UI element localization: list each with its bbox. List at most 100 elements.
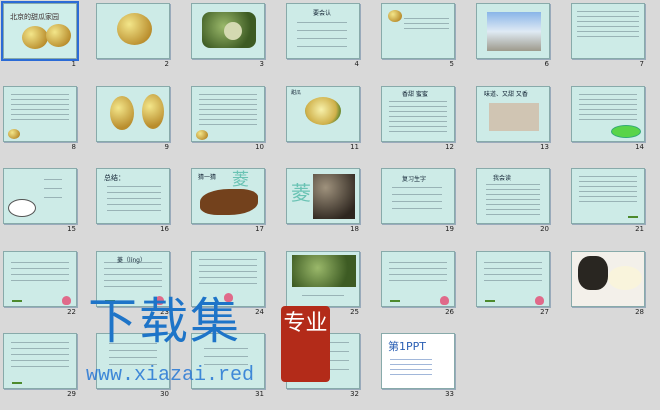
watermark-seal: 专业	[281, 306, 330, 382]
slide-canvas	[286, 251, 360, 307]
text-line	[486, 184, 540, 185]
slide-thumbnail-3[interactable]: 3	[191, 3, 265, 68]
text-line	[389, 274, 447, 275]
text-line	[11, 342, 69, 343]
text-line	[11, 119, 69, 120]
slide-title: 我会读	[493, 175, 512, 182]
text-line	[392, 208, 442, 209]
text-line	[484, 268, 542, 269]
text-line	[577, 16, 639, 17]
text-line	[11, 354, 69, 355]
slide-thumbnail-8[interactable]: 8	[3, 86, 77, 151]
text-line	[199, 104, 257, 105]
cut-melon-photo	[489, 103, 539, 131]
slide-number: 26	[445, 308, 454, 316]
slide-canvas	[381, 251, 455, 307]
slide-thumbnail-27[interactable]: 27	[476, 251, 550, 316]
slide-thumbnail-33[interactable]: 第1PPT 33	[381, 333, 455, 398]
melon-image	[46, 24, 71, 47]
slide-thumbnail-12[interactable]: 香甜 蜜蜜 12	[381, 86, 455, 151]
caltrop-image	[313, 174, 355, 219]
text-line	[389, 116, 447, 117]
text-line	[199, 265, 257, 266]
slide-number: 19	[445, 225, 454, 233]
info-line	[390, 364, 432, 365]
slide-canvas	[571, 3, 645, 59]
slide-thumbnail-2[interactable]: 2	[96, 3, 170, 68]
slide-canvas	[191, 3, 265, 59]
slide-thumbnail-16[interactable]: 总结： 16	[96, 168, 170, 233]
slide-number: 32	[350, 390, 359, 398]
text-line	[579, 181, 637, 182]
slide-canvas	[571, 86, 645, 142]
slide-thumbnail-19[interactable]: 复习生字 19	[381, 168, 455, 233]
slide-thumbnail-15[interactable]: 15	[3, 168, 77, 233]
slide-thumbnail-18[interactable]: 菱 18	[286, 168, 360, 233]
text-line	[486, 214, 540, 215]
slide-canvas: 菱	[286, 168, 360, 224]
slide-thumbnail-10[interactable]: 10	[191, 86, 265, 151]
slide-thumbnail-29[interactable]: 29	[3, 333, 77, 398]
text-line	[44, 188, 62, 189]
text-line	[11, 99, 69, 100]
text-line	[404, 18, 449, 19]
text-line	[11, 366, 69, 367]
slide-number: 10	[255, 143, 264, 151]
melon-image	[305, 97, 341, 125]
slide-thumbnail-6[interactable]: 6	[476, 3, 550, 68]
slide-thumbnail-7[interactable]: 7	[571, 3, 645, 68]
text-line	[579, 104, 637, 105]
slide-number: 8	[71, 143, 76, 151]
slide-canvas: 要会认	[286, 3, 360, 59]
slide-number: 13	[540, 143, 549, 151]
text-line	[486, 189, 540, 190]
slide-canvas	[476, 251, 550, 307]
slide-number: 20	[540, 225, 549, 233]
seedling-image	[628, 209, 638, 218]
white-caltrops	[608, 266, 642, 290]
slide-thumbnail-14[interactable]: 14	[571, 86, 645, 151]
text-line	[579, 186, 637, 187]
text-line	[579, 109, 637, 110]
slide-title: 北京的甜瓜家园	[10, 13, 59, 21]
slide-title: 猜一猜	[198, 174, 217, 181]
slide-thumbnail-21[interactable]: 21	[571, 168, 645, 233]
slide-thumbnail-11[interactable]: 甜瓜 11	[286, 86, 360, 151]
slide-thumbnail-4[interactable]: 要会认 4	[286, 3, 360, 68]
slide-thumbnail-17[interactable]: 猜一猜 菱 17	[191, 168, 265, 233]
slide-thumbnail-5[interactable]: 5	[381, 3, 455, 68]
slide-number: 3	[259, 60, 264, 68]
slide-canvas	[3, 86, 77, 142]
slide-thumbnail-22[interactable]: 22	[3, 251, 77, 316]
slide-canvas: 味道、又甜 又香	[476, 86, 550, 142]
slide-canvas: 复习生字	[381, 168, 455, 224]
slide-number: 16	[160, 225, 169, 233]
text-line	[486, 194, 540, 195]
slide-thumbnail-13[interactable]: 味道、又甜 又香 13	[476, 86, 550, 151]
text-line	[204, 356, 248, 357]
text-line	[107, 192, 161, 193]
text-line	[11, 274, 69, 275]
slide-title: 菱（líng）	[117, 257, 146, 264]
slide-canvas	[3, 251, 77, 307]
slide-number: 11	[350, 143, 359, 151]
slide-title: 要会认	[313, 10, 332, 17]
slide-number: 31	[255, 390, 264, 398]
ppt-logo: 第1PPT	[388, 340, 426, 353]
text-line	[107, 198, 161, 199]
slide-thumbnail-26[interactable]: 26	[381, 251, 455, 316]
text-line	[579, 201, 637, 202]
slide-thumbnail-28[interactable]: 28	[571, 251, 645, 316]
slide-canvas	[476, 3, 550, 59]
green-bubble	[611, 125, 641, 138]
info-line	[390, 374, 432, 375]
text-line	[104, 280, 162, 281]
slide-thumbnail-9[interactable]: 9	[96, 86, 170, 151]
text-line	[486, 199, 540, 200]
melon-image	[22, 26, 48, 49]
slide-number: 6	[544, 60, 549, 68]
text-line	[107, 186, 161, 187]
slide-thumbnail-1[interactable]: 北京的甜瓜家园 1	[1, 1, 79, 68]
slide-thumbnail-20[interactable]: 我会读 20	[476, 168, 550, 233]
city-photo	[487, 12, 541, 51]
